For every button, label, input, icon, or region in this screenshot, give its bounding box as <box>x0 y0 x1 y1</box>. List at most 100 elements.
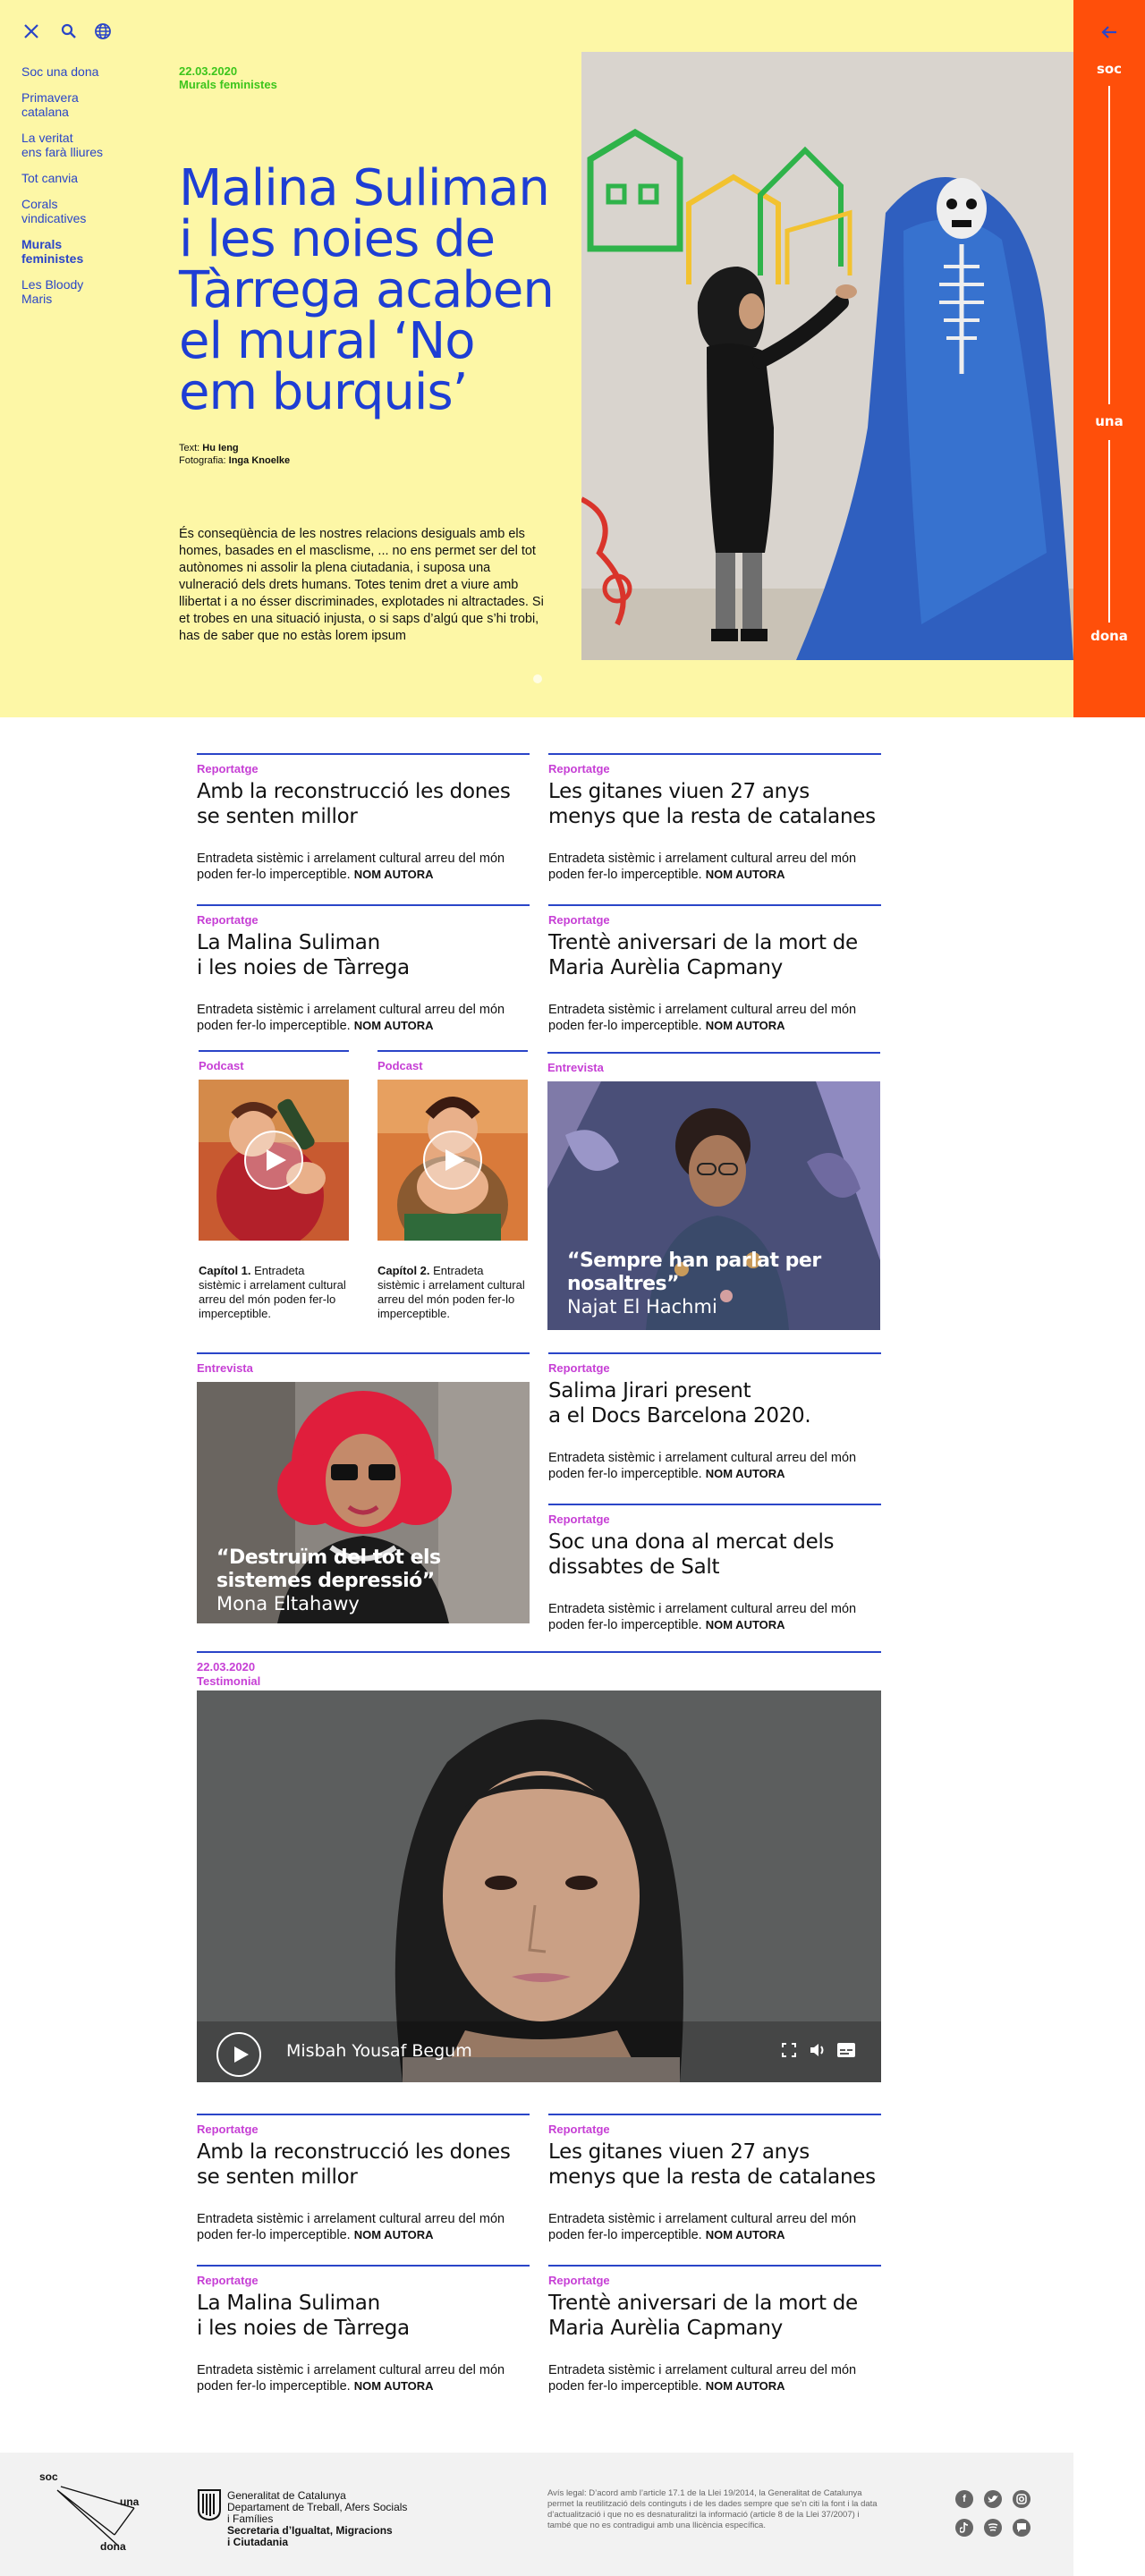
text-credit-label: Text: <box>179 443 200 453</box>
facebook-icon[interactable]: f <box>955 2490 973 2508</box>
interview-card[interactable]: Entrevista “Destruïm del tot els sisteme… <box>197 1352 530 1623</box>
card-description: Entradeta sistèmic i arrelament cultural… <box>548 851 881 883</box>
card-desc-text: Entradeta sistèmic i arrelament cultural… <box>197 1003 505 1033</box>
card-title[interactable]: Trentè aniversari de la mort de Maria Au… <box>548 930 881 980</box>
card-author: NOM AUTORA <box>705 1467 785 1480</box>
hero-body-text: És conseqüència de les nostres relacions… <box>179 527 544 643</box>
article-card[interactable]: Reportatge Les gitanes viuen 27 anys men… <box>548 2114 881 2243</box>
play-button[interactable] <box>423 1131 482 1190</box>
card-category: Podcast <box>199 1059 244 1072</box>
card-description: Entradeta sistèmic i arrelament cultural… <box>548 2362 881 2394</box>
card-category: Reportatge <box>197 2123 259 2136</box>
page-title: Malina Suliman i les noies de Tàrrega ac… <box>179 159 555 421</box>
podcast-image <box>199 1080 349 1241</box>
card-author: NOM AUTORA <box>705 2228 785 2241</box>
generalitat-text: Generalitat de Catalunya Departament de … <box>227 2490 407 2548</box>
card-title[interactable]: Amb la reconstrucció les dones se senten… <box>197 779 530 829</box>
sidebar-item-primavera-catalana[interactable]: Primavera catalana <box>21 90 138 119</box>
card-title[interactable]: Trentè aniversari de la mort de Maria Au… <box>548 2291 881 2341</box>
hero-date: 22.03.2020 <box>179 64 238 78</box>
article-card[interactable]: Reportatge Amb la reconstrucció les done… <box>197 753 530 883</box>
hero-section-label[interactable]: Murals feministes <box>179 78 277 91</box>
card-title[interactable]: Salima Jirari present a el Docs Barcelon… <box>548 1378 881 1428</box>
card-author: NOM AUTORA <box>353 1019 434 1032</box>
hero-meta: 22.03.2020 Murals feministes <box>179 64 277 91</box>
article-card[interactable]: Reportatge Soc una dona al mercat dels d… <box>548 1504 881 1633</box>
play-button[interactable] <box>244 1131 303 1190</box>
brand-word-soc: soc <box>1096 61 1123 77</box>
card-description: Entradeta sistèmic i arrelament cultural… <box>197 851 530 883</box>
video-player[interactable]: Misbah Yousaf Begum <box>197 1690 881 2082</box>
article-card[interactable]: Reportatge La Malina Suliman i les noies… <box>197 2265 530 2394</box>
card-title[interactable]: La Malina Suliman i les noies de Tàrrega <box>197 930 530 980</box>
card-description: Entradeta sistèmic i arrelament cultural… <box>197 2362 530 2394</box>
sidebar-nav: Soc una dona Primavera catalana La verit… <box>21 64 138 318</box>
volume-icon[interactable] <box>807 2039 828 2061</box>
card-category: Reportatge <box>197 2274 259 2287</box>
card-desc-text: Entradeta sistèmic i arrelament cultural… <box>548 1451 857 1481</box>
video-person-name: Misbah Yousaf Begum <box>286 2041 472 2061</box>
instagram-icon[interactable] <box>1013 2490 1030 2508</box>
sidebar-item-tot-canvia[interactable]: Tot canvia <box>21 171 138 185</box>
arrow-left-icon[interactable] <box>1098 21 1120 43</box>
right-brand-bar: soc una dona <box>1073 0 1145 717</box>
card-title[interactable]: La Malina Suliman i les noies de Tàrrega <box>197 2291 530 2341</box>
card-category: Reportatge <box>548 762 610 775</box>
interview-quote: “Destruïm del tot els sistemes depressió… <box>216 1546 441 1592</box>
chat-icon[interactable] <box>1013 2519 1030 2537</box>
interview-quote: “Sempre han parlat per nosaltres” <box>567 1250 821 1295</box>
article-card[interactable]: Reportatge Trentè aniversari de la mort … <box>548 2265 881 2394</box>
footer: soc una dona Generalitat de Catalunya De… <box>0 2453 1073 2576</box>
podcast-description: Capítol 2. Entradeta sistèmic i arrelame… <box>377 1264 528 1321</box>
captions-icon[interactable] <box>835 2039 857 2061</box>
card-title[interactable]: Les gitanes viuen 27 anys menys que la r… <box>548 779 881 829</box>
search-icon[interactable] <box>59 21 79 41</box>
card-description: Entradeta sistèmic i arrelament cultural… <box>548 1601 881 1633</box>
article-card[interactable]: Reportatge La Malina Suliman i les noies… <box>197 904 530 1034</box>
card-author: NOM AUTORA <box>353 2379 434 2393</box>
card-description: Entradeta sistèmic i arrelament cultural… <box>548 1002 881 1034</box>
footer-logo-una: una <box>120 2496 140 2508</box>
sidebar-item-les-bloody-maris[interactable]: Les Bloody Maris <box>21 277 138 306</box>
globe-icon[interactable] <box>93 21 113 41</box>
interview-card[interactable]: Entrevista “Sempre han parlat per nosalt… <box>547 1052 880 1330</box>
interview-name: Najat El Hachmi <box>567 1296 717 1318</box>
article-card[interactable]: Reportatge Salima Jirari present a el Do… <box>548 1352 881 1482</box>
card-category: Reportatge <box>548 2274 610 2287</box>
card-description: Entradeta sistèmic i arrelament cultural… <box>197 1002 530 1034</box>
podcast-card[interactable]: Podcast Capítol 2. Entradeta sistèmic i … <box>377 1050 528 1321</box>
podcast-card[interactable]: Podcast Capítol 1. Entradeta sistèmic i … <box>199 1050 349 1321</box>
sidebar-item-soc-una-dona[interactable]: Soc una dona <box>21 64 138 79</box>
card-author: NOM AUTORA <box>705 1019 785 1032</box>
twitter-icon[interactable] <box>984 2490 1002 2508</box>
article-card[interactable]: Reportatge Trentè aniversari de la mort … <box>548 904 881 1034</box>
card-author: NOM AUTORA <box>705 2379 785 2393</box>
video-testimonial: 22.03.2020 Testimonial Misbah Yousaf Beg… <box>197 1651 881 2082</box>
card-description: Entradeta sistèmic i arrelament cultural… <box>548 1450 881 1482</box>
tiktok-icon[interactable] <box>955 2519 973 2537</box>
card-title[interactable]: Amb la reconstrucció les dones se senten… <box>197 2140 530 2190</box>
sidebar-item-la-veritat[interactable]: La veritat ens farà lliures <box>21 131 138 159</box>
hero-section: Soc una dona Primavera catalana La verit… <box>0 0 1073 717</box>
footer-logo-dona: dona <box>100 2540 126 2553</box>
video-category: Testimonial <box>197 1674 261 1688</box>
card-author: NOM AUTORA <box>353 2228 434 2241</box>
spotify-icon[interactable] <box>984 2519 1002 2537</box>
sidebar-item-murals-feministes[interactable]: Murals feministes <box>21 237 138 266</box>
sidebar-item-corals-vindicatives[interactable]: Corals vindicatives <box>21 197 138 225</box>
article-card[interactable]: Reportatge Amb la reconstrucció les done… <box>197 2114 530 2243</box>
photo-credit-author: Inga Knoelke <box>228 455 291 466</box>
card-author: NOM AUTORA <box>705 868 785 881</box>
article-credits: Text: Hu Ieng Fotografia: Inga Knoelke <box>179 442 290 467</box>
card-title[interactable]: Les gitanes viuen 27 anys menys que la r… <box>548 2140 881 2190</box>
card-category: Reportatge <box>197 762 259 775</box>
close-icon[interactable] <box>21 21 41 41</box>
card-author: NOM AUTORA <box>705 1618 785 1631</box>
card-category: Entrevista <box>547 1061 604 1074</box>
card-title[interactable]: Soc una dona al mercat dels dissabtes de… <box>548 1530 881 1580</box>
card-category: Entrevista <box>197 1361 253 1375</box>
card-category: Reportatge <box>548 2123 610 2136</box>
fullscreen-icon[interactable] <box>778 2039 800 2061</box>
article-card[interactable]: Reportatge Les gitanes viuen 27 anys men… <box>548 753 881 883</box>
video-play-button[interactable] <box>216 2032 261 2077</box>
